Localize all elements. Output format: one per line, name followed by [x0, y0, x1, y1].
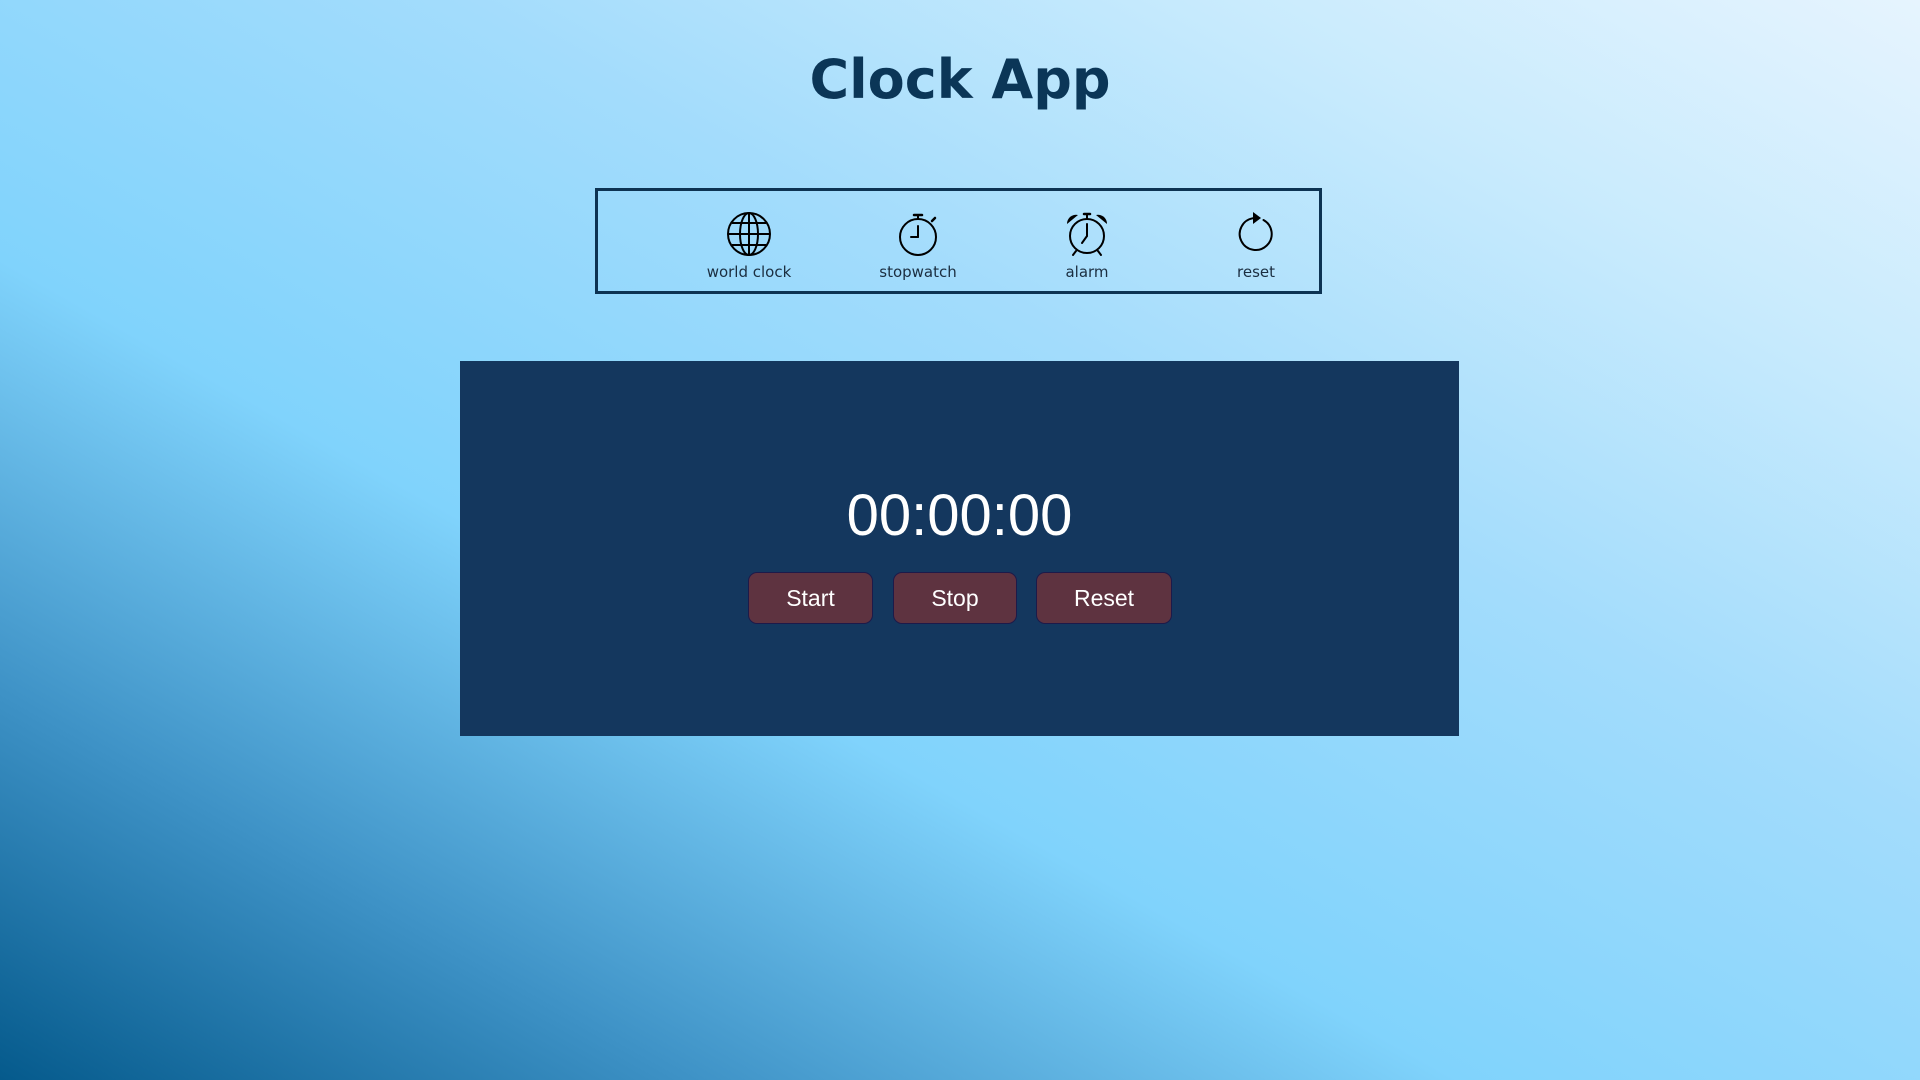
nav-item-reset[interactable]: reset [1181, 211, 1331, 287]
start-button[interactable]: Start [748, 572, 873, 624]
reset-icon [1233, 211, 1279, 257]
nav-bar: world clock stopwatch alarm reset [595, 188, 1322, 294]
nav-item-alarm[interactable]: alarm [1012, 211, 1162, 287]
nav-item-world-clock[interactable]: world clock [674, 211, 824, 287]
nav-item-label: alarm [1065, 263, 1109, 281]
nav-item-label: world clock [706, 263, 792, 281]
stopwatch-panel: 00:00:00 Start Stop Reset [460, 361, 1459, 736]
time-display: 00:00:00 [846, 483, 1073, 548]
stopwatch-icon [895, 211, 941, 257]
alarm-clock-icon [1064, 211, 1110, 257]
nav-item-label: stopwatch [879, 263, 957, 281]
nav-item-label: reset [1237, 263, 1275, 281]
nav-item-stopwatch[interactable]: stopwatch [843, 211, 993, 287]
globe-icon [726, 211, 772, 257]
page-title: Clock App [809, 48, 1111, 111]
reset-button[interactable]: Reset [1036, 572, 1172, 624]
stop-button[interactable]: Stop [893, 572, 1017, 624]
